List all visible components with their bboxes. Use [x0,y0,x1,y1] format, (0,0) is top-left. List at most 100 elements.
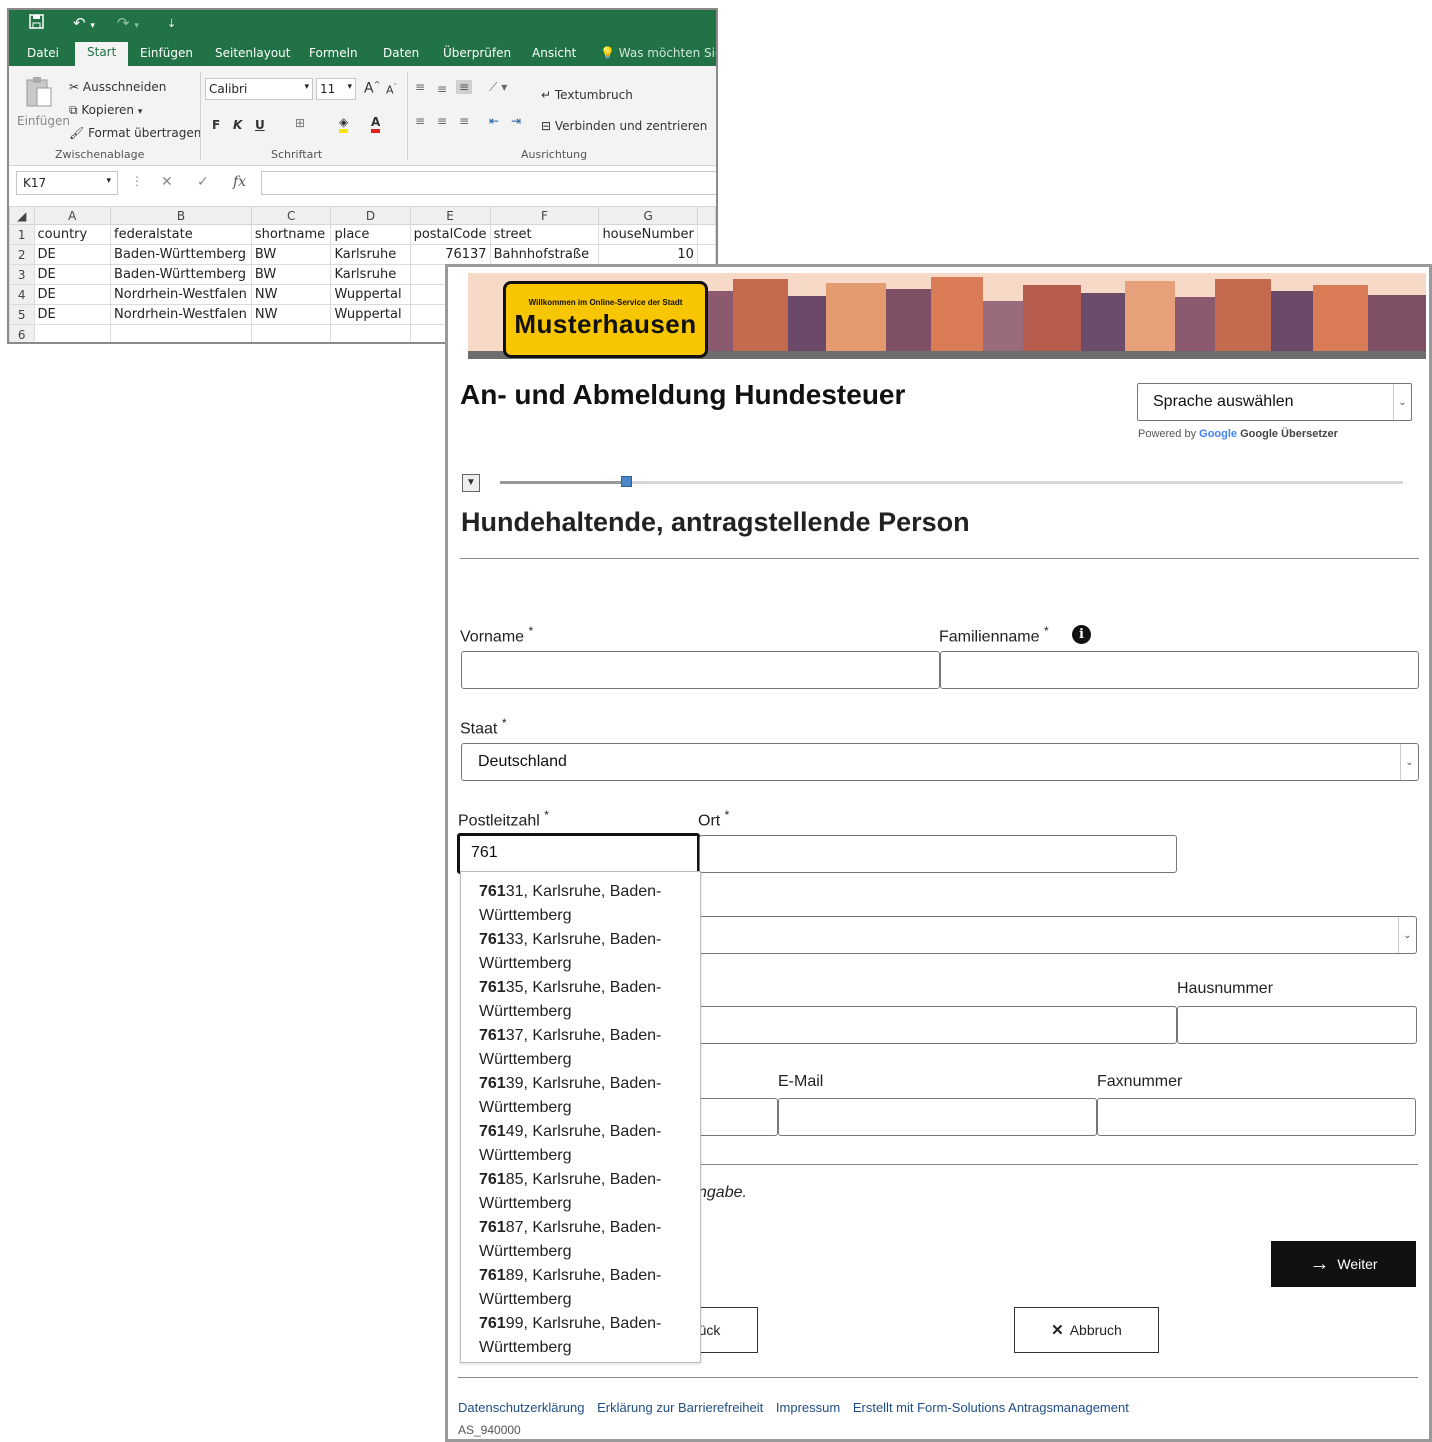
staat-select[interactable]: Deutschland ⌄ [461,743,1419,781]
cell[interactable]: 10 [598,244,698,265]
list-item[interactable]: 76133, Karlsruhe, Baden- Württemberg [461,928,700,976]
column-header[interactable]: F [489,206,600,225]
familienname-input[interactable] [940,651,1419,689]
shrink-font-icon[interactable]: Aˇ [386,83,397,97]
select-all-corner[interactable]: ◢ [9,206,35,225]
column-header[interactable]: E [409,206,491,225]
row-header[interactable]: 4 [9,284,35,305]
align-bottom-icon[interactable]: ≡ [456,80,473,94]
cell[interactable]: DE [33,284,112,305]
align-left-icon[interactable]: ≡ [415,114,425,128]
cell[interactable]: federalstate [110,224,252,245]
cell[interactable]: DE [33,264,112,285]
cell[interactable]: street [489,224,600,245]
formula-input[interactable] [261,171,716,195]
list-item[interactable]: 76185, Karlsruhe, Baden- Württemberg [461,1168,700,1216]
customize-icon[interactable]: ⇣ [167,17,176,30]
tab-start[interactable]: Start [75,42,129,66]
collapse-toggle[interactable]: ▼ [462,474,480,492]
ort-input[interactable] [699,835,1177,873]
list-item[interactable]: 76139, Karlsruhe, Baden- Württemberg [461,1072,700,1120]
cell[interactable]: BW [250,244,332,265]
fill-color-icon[interactable]: ◈ [339,115,349,133]
row-header[interactable]: 6 [9,324,35,342]
cell[interactable]: place [330,224,411,245]
accessibility-link[interactable]: Erklärung zur Barrierefreiheit [597,1400,763,1415]
imprint-link[interactable]: Impressum [776,1400,840,1415]
cell[interactable]: Karlsruhe [330,244,411,265]
fax-input[interactable] [1097,1098,1416,1136]
tab-ueberpruefen[interactable]: Überprüfen [443,46,511,60]
save-icon[interactable] [29,14,44,33]
cell[interactable]: NW [250,304,332,325]
progress-handle[interactable] [621,476,633,487]
wrap-text-button[interactable]: ↵ Textumbruch [541,88,633,102]
function-icon[interactable]: fx [233,174,246,190]
paste-icon[interactable] [25,76,53,111]
column-header[interactable]: D [330,206,411,225]
tab-daten[interactable]: Daten [383,46,419,60]
list-item[interactable]: 76187, Karlsruhe, Baden- Württemberg [461,1216,700,1264]
cell[interactable]: 76137 [409,244,491,265]
cell[interactable]: Wuppertal [330,284,411,305]
cell[interactable]: Karlsruhe [330,264,411,285]
grow-font-icon[interactable]: A^ [364,80,380,97]
cell[interactable]: DE [33,304,112,325]
cancel-icon[interactable]: ✕ [161,174,173,190]
bold-button[interactable]: F [212,118,220,132]
cell[interactable] [33,324,112,342]
vorname-input[interactable] [461,651,940,689]
paste-button[interactable]: Einfügen [17,114,70,128]
align-center-icon[interactable]: ≡ [437,114,447,128]
redo-icon[interactable]: ↷ ▾ [117,14,139,32]
info-icon[interactable]: i [1072,625,1091,644]
row-header[interactable]: 1 [9,224,35,245]
cell[interactable]: NW [250,284,332,305]
undo-icon[interactable]: ↶ ▾ [73,14,95,32]
font-size-select[interactable]: 11 ▾ [316,78,356,100]
cell[interactable]: Nordrhein-Westfalen [110,284,252,305]
list-item[interactable]: 76149, Karlsruhe, Baden- Württemberg [461,1120,700,1168]
merge-center-button[interactable]: ⊟ Verbinden und zentrieren ▾ [541,119,716,133]
underline-button[interactable]: U [255,118,265,132]
italic-button[interactable]: K [233,118,242,132]
check-icon[interactable]: ✓ [197,174,209,190]
tab-seitenlayout[interactable]: Seitenlayout [215,46,290,60]
cell[interactable]: Baden-Württemberg [110,264,252,285]
cell[interactable]: houseNumber [598,224,698,245]
cell[interactable]: Bahnhofstraße [489,244,600,265]
list-item[interactable]: 76189, Karlsruhe, Baden- Württemberg [461,1264,700,1312]
list-item[interactable]: 76131, Karlsruhe, Baden- Württemberg [461,880,700,928]
list-item[interactable]: 76137, Karlsruhe, Baden- Württemberg [461,1024,700,1072]
cell[interactable] [696,244,716,265]
cut-button[interactable]: ✂ Ausschneiden [69,80,166,94]
cell[interactable] [110,324,252,342]
cell[interactable] [696,224,716,245]
tell-me-search[interactable]: 💡 Was möchten Sie t [600,46,716,60]
row-header[interactable]: 5 [9,304,35,325]
next-button[interactable]: → Weiter [1271,1241,1416,1287]
hausnummer-input[interactable] [1177,1006,1417,1044]
column-header[interactable]: A [33,206,112,225]
column-header[interactable] [696,206,716,225]
tab-einfuegen[interactable]: Einfügen [140,46,193,60]
format-painter-button[interactable]: 🖌 Format übertragen [69,126,201,140]
cell[interactable]: Baden-Württemberg [110,244,252,265]
column-header[interactable]: C [250,206,332,225]
decrease-indent-icon[interactable]: ⇤ [489,114,499,128]
cell[interactable] [250,324,332,342]
font-color-icon[interactable]: A [371,115,381,133]
language-select[interactable]: Sprache auswählen ⌄ [1137,383,1412,421]
plz-input[interactable]: 761 [457,833,700,874]
cell[interactable]: Nordrhein-Westfalen [110,304,252,325]
tab-formeln[interactable]: Formeln [309,46,358,60]
name-box[interactable]: K17 ▾ [16,171,118,195]
orientation-icon[interactable]: ⟋ ▾ [489,80,507,95]
font-name-select[interactable]: Calibri ▾ [205,78,313,100]
row-header[interactable]: 2 [9,244,35,265]
align-right-icon[interactable]: ≡ [459,114,469,128]
cell[interactable]: BW [250,264,332,285]
cell[interactable]: postalCode [409,224,491,245]
increase-indent-icon[interactable]: ⇥ [511,114,521,128]
align-top-icon[interactable]: ≡ [415,80,425,94]
